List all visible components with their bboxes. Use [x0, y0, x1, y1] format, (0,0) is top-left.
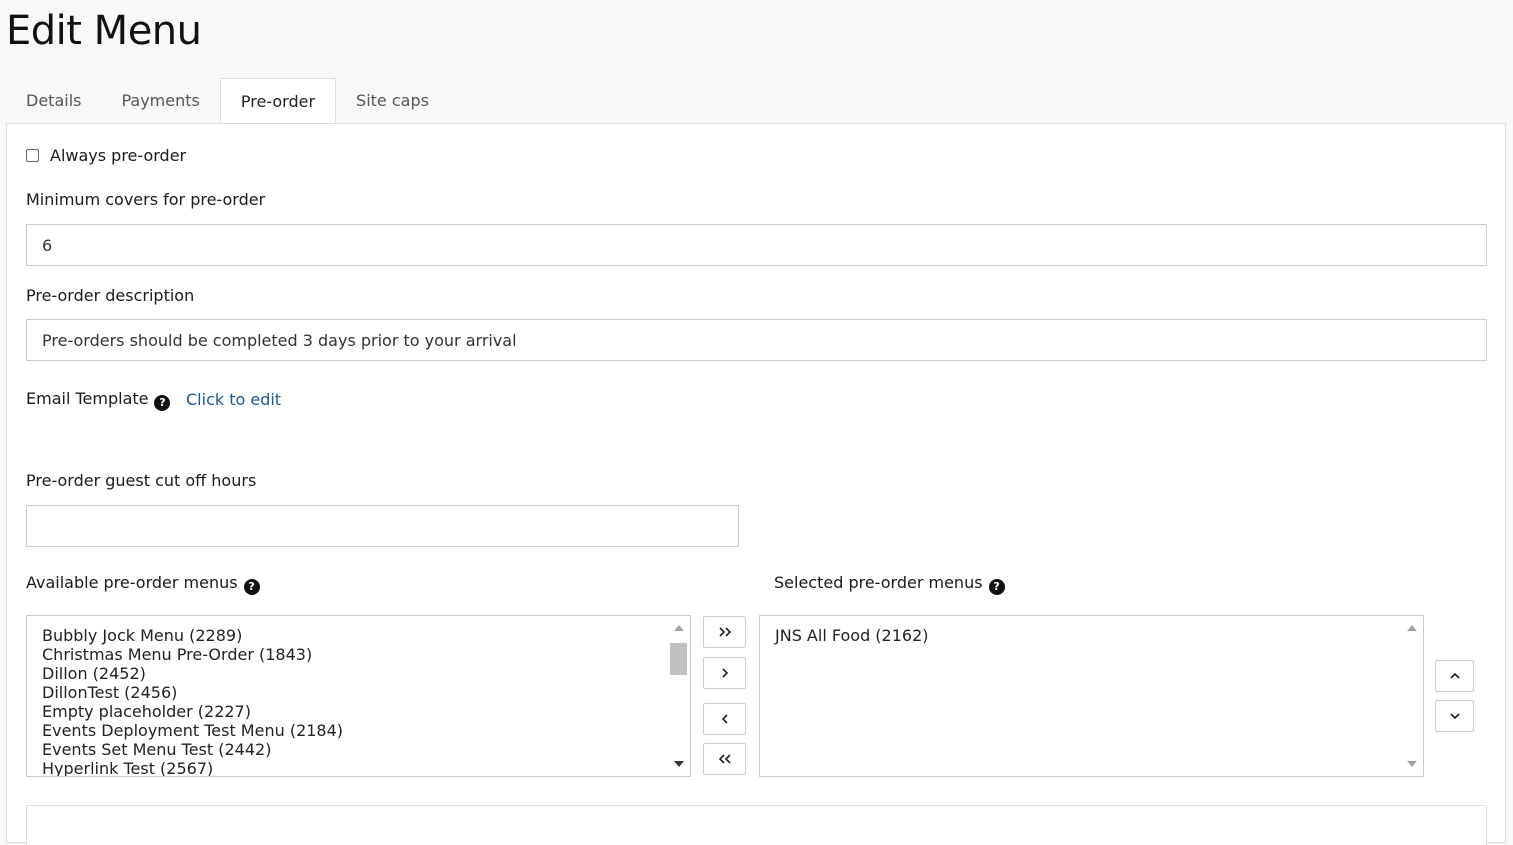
email-template-edit-link[interactable]: Click to edit: [186, 390, 281, 409]
list-item[interactable]: Events Set Menu Test (2442): [42, 740, 343, 759]
help-icon[interactable]: ?: [988, 578, 1005, 595]
move-left-button[interactable]: [703, 703, 746, 735]
cut-off-hours-input[interactable]: [26, 505, 739, 547]
scroll-thumb[interactable]: [670, 643, 687, 675]
page-title: Edit Menu: [6, 8, 202, 54]
list-item[interactable]: Events Deployment Test Menu (2184): [42, 721, 343, 740]
chevron-right-icon: [721, 668, 728, 678]
email-template-label: Email Template?: [26, 389, 171, 411]
tab-site-caps[interactable]: Site caps: [336, 78, 449, 124]
description-input[interactable]: Pre-orders should be completed 3 days pr…: [26, 319, 1487, 361]
tab-details[interactable]: Details: [6, 78, 101, 124]
chevron-down-icon: [1449, 713, 1460, 720]
scroll-down-icon[interactable]: [1407, 761, 1417, 767]
always-preorder-checkbox[interactable]: [26, 149, 39, 162]
min-covers-label: Minimum covers for pre-order: [26, 190, 266, 209]
move-all-left-button[interactable]: [703, 743, 746, 775]
list-item[interactable]: JNS All Food (2162): [775, 626, 929, 645]
double-chevron-right-icon: [718, 627, 731, 637]
available-menus-scrollbar[interactable]: [668, 617, 689, 775]
description-value: Pre-orders should be completed 3 days pr…: [42, 330, 517, 350]
chevron-up-icon: [1449, 672, 1460, 679]
email-template-text: Email Template: [26, 389, 149, 408]
available-menus-items: Bubbly Jock Menu (2289) Christmas Menu P…: [42, 626, 343, 776]
min-covers-value: 6: [42, 235, 53, 255]
move-down-button[interactable]: [1435, 700, 1474, 732]
always-preorder-label: Always pre-order: [50, 146, 187, 165]
help-icon[interactable]: ?: [243, 578, 260, 595]
tab-payments[interactable]: Payments: [101, 78, 219, 124]
scroll-up-icon[interactable]: [674, 625, 684, 631]
selected-menus-text: Selected pre-order menus: [774, 573, 983, 592]
list-item[interactable]: Hyperlink Test (2567): [42, 759, 343, 776]
double-chevron-left-icon: [718, 754, 731, 764]
tab-pre-order[interactable]: Pre-order: [219, 78, 337, 125]
list-item[interactable]: Empty placeholder (2227): [42, 702, 343, 721]
tab-bar: Details Payments Pre-order Site caps: [6, 78, 449, 125]
scroll-down-icon[interactable]: [674, 761, 684, 767]
selected-menus-scrollbar[interactable]: [1401, 617, 1422, 775]
bottom-section: [26, 805, 1487, 845]
list-item[interactable]: DillonTest (2456): [42, 683, 343, 702]
cut-off-hours-label: Pre-order guest cut off hours: [26, 471, 257, 490]
selected-menus-items: JNS All Food (2162): [775, 626, 929, 645]
available-menus-listbox[interactable]: Bubbly Jock Menu (2289) Christmas Menu P…: [26, 615, 691, 777]
list-item[interactable]: Bubbly Jock Menu (2289): [42, 626, 343, 645]
move-up-button[interactable]: [1435, 660, 1474, 692]
min-covers-input[interactable]: 6: [26, 224, 1487, 266]
chevron-left-icon: [721, 714, 728, 724]
selected-menus-listbox[interactable]: JNS All Food (2162): [759, 615, 1424, 777]
available-menus-label: Available pre-order menus?: [26, 573, 260, 595]
selected-menus-label: Selected pre-order menus?: [774, 573, 1005, 595]
pre-order-panel: Always pre-order Minimum covers for pre-…: [6, 123, 1506, 845]
list-item[interactable]: Dillon (2452): [42, 664, 343, 683]
available-menus-text: Available pre-order menus: [26, 573, 238, 592]
list-item[interactable]: Christmas Menu Pre-Order (1843): [42, 645, 343, 664]
move-right-button[interactable]: [703, 657, 746, 689]
help-icon[interactable]: ?: [154, 394, 171, 411]
description-label: Pre-order description: [26, 286, 195, 305]
scroll-up-icon[interactable]: [1407, 625, 1417, 631]
move-all-right-button[interactable]: [703, 616, 746, 648]
